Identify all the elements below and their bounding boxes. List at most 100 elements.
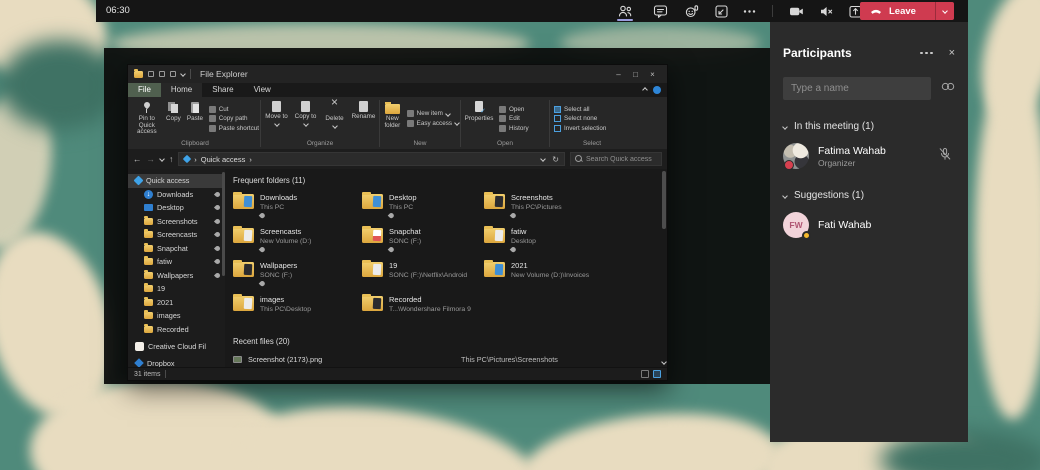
easy-access-button[interactable]: Easy access — [406, 119, 460, 127]
history-button[interactable]: History — [499, 124, 529, 132]
copy-path-button[interactable]: Copy path — [208, 115, 259, 122]
back-icon[interactable]: ← — [133, 154, 142, 164]
thumbnails-view-icon[interactable] — [653, 370, 661, 378]
screen-share-area: File Explorer – □ × File Home Share View — [104, 48, 770, 384]
suggestions-section[interactable]: Suggestions (1) — [782, 190, 955, 201]
explorer-search-input[interactable] — [586, 155, 657, 163]
close-button[interactable]: × — [644, 70, 661, 79]
sidebar-item-images[interactable]: images — [128, 309, 225, 323]
qat-computer-icon[interactable] — [148, 71, 154, 77]
sidebar-item-screenshots[interactable]: Screenshots — [128, 215, 225, 229]
panel-more-icon[interactable] — [916, 48, 937, 59]
sidebar-label: images — [157, 311, 181, 321]
explorer-titlebar[interactable]: File Explorer – □ × — [128, 65, 667, 83]
qat-new-folder-icon[interactable] — [170, 71, 176, 77]
new-item-button[interactable]: New item — [406, 110, 459, 118]
breakout-rooms-icon[interactable] — [713, 3, 729, 19]
invert-selection-button[interactable]: Invert selection — [554, 124, 606, 132]
participants-icon[interactable] — [617, 3, 633, 19]
leave-options-chevron-icon[interactable] — [936, 8, 954, 14]
forward-icon[interactable]: → — [147, 154, 156, 164]
maximize-button[interactable]: □ — [627, 70, 644, 79]
content-scrollbar[interactable] — [661, 171, 667, 365]
select-all-button[interactable]: Select all — [554, 105, 606, 113]
participant-search-input[interactable] — [783, 77, 931, 100]
tile-images[interactable]: images This PC\Desktop — [233, 294, 362, 328]
frequent-folders-header[interactable]: Frequent folders (11) — [233, 176, 657, 185]
explorer-app-icon — [134, 68, 143, 78]
tab-file[interactable]: File — [128, 83, 161, 97]
sidebar-item-wallpapers[interactable]: Wallpapers — [128, 269, 225, 283]
sidebar-item-fatiw[interactable]: fatiw — [128, 255, 225, 269]
up-icon[interactable]: ↑ — [169, 154, 173, 164]
panel-close-icon[interactable]: × — [949, 47, 955, 59]
sidebar-item-creative-cloud[interactable]: Creative Cloud Fil — [128, 340, 225, 354]
sidebar-item-19[interactable]: 19 — [128, 282, 225, 296]
help-icon[interactable] — [653, 86, 661, 94]
delete-label: Delete — [325, 115, 344, 122]
chat-icon[interactable] — [652, 3, 668, 19]
copy-to-button[interactable]: Copy to — [292, 98, 320, 139]
leave-button[interactable]: Leave — [860, 2, 954, 20]
delete-button[interactable]: Delete — [321, 98, 349, 139]
pin-icon — [388, 212, 395, 219]
in-this-meeting-section[interactable]: In this meeting (1) — [782, 121, 955, 132]
tile-fatiw[interactable]: fatiw Desktop — [484, 226, 657, 260]
properties-button[interactable]: Properties — [462, 98, 496, 139]
cut-button[interactable]: Cut — [208, 105, 259, 113]
sidebar-item-desktop[interactable]: Desktop — [128, 201, 225, 215]
tile-screencasts[interactable]: Screencasts New Volume (D:) — [233, 226, 362, 260]
select-none-button[interactable]: Select none — [554, 115, 606, 122]
recent-files-header[interactable]: Recent files (20) — [233, 337, 657, 346]
tile-snapchat[interactable]: Snapchat SONC (F:) — [362, 226, 484, 260]
tile-desktop[interactable]: Desktop This PC — [362, 192, 484, 226]
qat-customize-chevron-icon[interactable] — [180, 71, 186, 77]
tile-2021[interactable]: 2021 New Volume (D:)\Invoices — [484, 260, 657, 294]
sidebar-item-2021[interactable]: 2021 — [128, 296, 225, 310]
suggestion-row[interactable]: FW Fati Wahab — [783, 212, 955, 240]
sidebar-item-screencasts[interactable]: Screencasts — [128, 228, 225, 242]
paste-button[interactable]: Paste — [184, 98, 206, 139]
tile-downloads[interactable]: Downloads This PC — [233, 192, 362, 226]
breadcrumb[interactable]: › Quick access › ↻ — [178, 152, 565, 166]
edit-button[interactable]: Edit — [499, 115, 529, 122]
refresh-icon[interactable]: ↻ — [552, 155, 559, 164]
open-button[interactable]: Open — [499, 105, 529, 113]
rename-button[interactable]: Rename — [350, 98, 378, 139]
new-folder-button[interactable]: New folder — [381, 98, 404, 139]
tile-19[interactable]: 19 SONC (F:)\Netflix\Android — [362, 260, 484, 294]
minimize-button[interactable]: – — [610, 70, 627, 79]
tab-home[interactable]: Home — [160, 83, 203, 97]
reactions-icon[interactable] — [683, 3, 699, 19]
recent-locations-chevron-icon[interactable] — [159, 156, 165, 162]
qat-properties-icon[interactable] — [159, 71, 165, 77]
recent-file-row[interactable]: Screenshot (2173).png This PC\Pictures\S… — [233, 353, 657, 366]
sidebar-item-recorded[interactable]: Recorded — [128, 323, 225, 337]
participant-row[interactable]: Fatima Wahab Organizer — [783, 143, 955, 170]
content-pane: Frequent folders (11) Downloads This PC D… — [225, 169, 667, 367]
collapse-ribbon-chevron-icon[interactable] — [642, 87, 648, 93]
address-dropdown-chevron-icon[interactable] — [540, 156, 547, 162]
tile-screenshots[interactable]: Screenshots This PC\Pictures — [484, 192, 657, 226]
sidebar-item-quick-access[interactable]: Quick access — [128, 174, 225, 188]
tab-share[interactable]: Share — [202, 83, 243, 97]
sidebar-label: fatiw — [157, 257, 173, 267]
breadcrumb-root[interactable]: Quick access — [201, 155, 246, 164]
explorer-search-box[interactable] — [570, 152, 662, 166]
speaker-muted-icon[interactable] — [818, 3, 834, 19]
tile-recorded[interactable]: Recorded T...\Wondershare Filmora 9 — [362, 294, 484, 328]
share-invite-link-icon[interactable] — [940, 80, 956, 98]
sidebar-item-snapchat[interactable]: Snapchat — [128, 242, 225, 256]
details-view-icon[interactable] — [641, 370, 649, 378]
new-item-label: New item — [416, 110, 443, 118]
paste-shortcut-button[interactable]: Paste shortcut — [208, 124, 259, 132]
copy-button[interactable]: Copy — [163, 98, 185, 139]
tile-wallpapers[interactable]: Wallpapers SONC (F:) — [233, 260, 362, 294]
scroll-down-icon[interactable] — [661, 359, 667, 365]
move-to-button[interactable]: Move to — [263, 98, 291, 139]
camera-icon[interactable] — [788, 3, 804, 19]
pin-to-quick-access-button[interactable]: Pin to Quick access — [131, 98, 163, 139]
more-options-icon[interactable] — [741, 3, 757, 19]
tab-view[interactable]: View — [244, 83, 281, 97]
sidebar-item-downloads[interactable]: ↓ Downloads — [128, 188, 225, 202]
